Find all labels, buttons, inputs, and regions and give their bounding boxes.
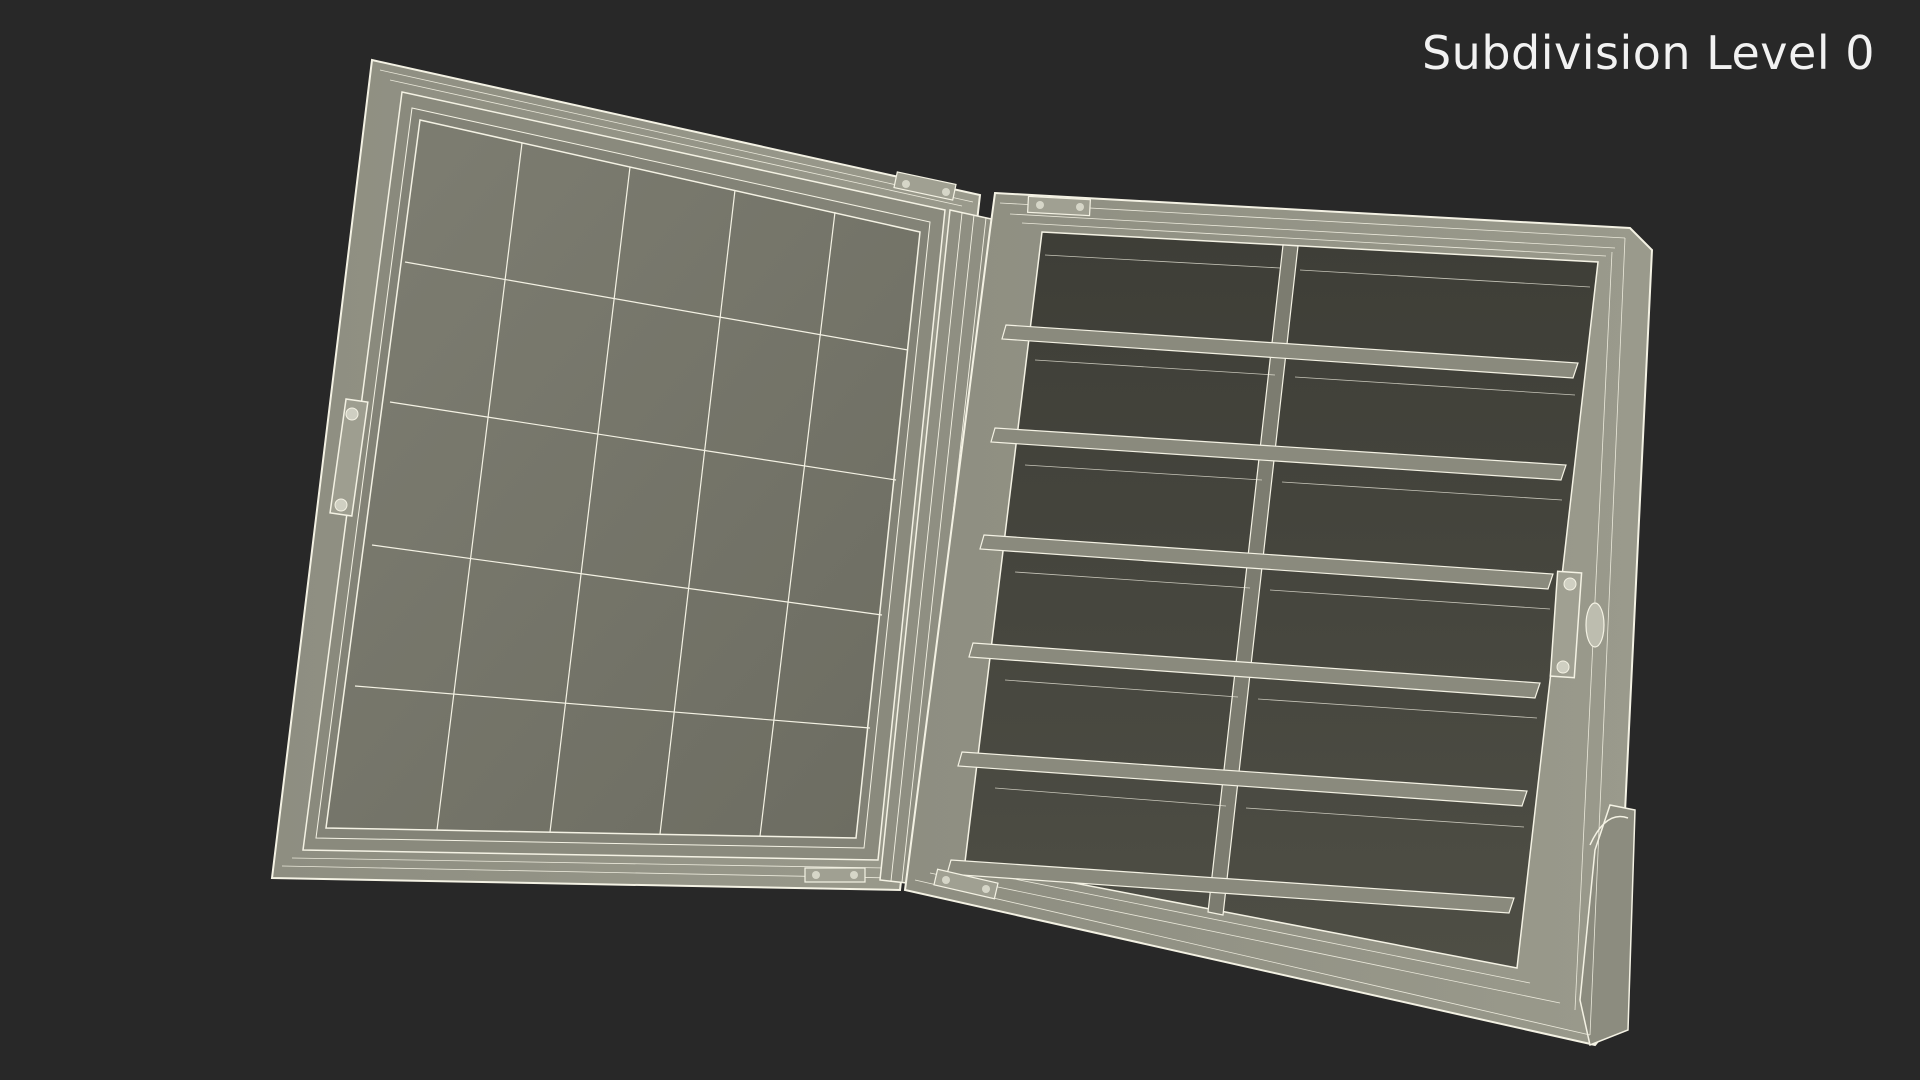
- wireframe-render: [270, 58, 1654, 1047]
- subdivision-level-label: Subdivision Level 0: [1421, 26, 1875, 80]
- case-base: [903, 191, 1654, 1047]
- viewport: Subdivision Level 0: [0, 0, 1920, 1080]
- lid-hinge-bottom: [804, 867, 866, 883]
- case-hinge-top: [1026, 195, 1092, 217]
- lid: [270, 58, 982, 892]
